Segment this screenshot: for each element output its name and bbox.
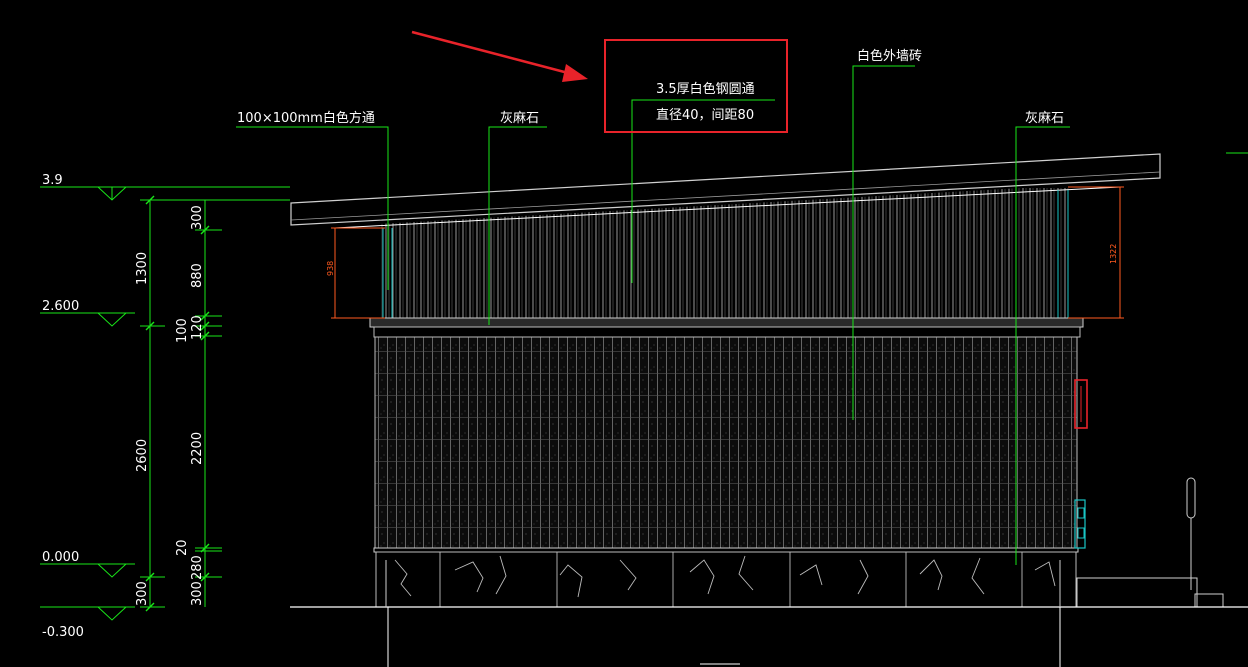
- inner-dim-20: 20: [175, 539, 190, 556]
- inner-dim-120: 120: [190, 315, 205, 340]
- label-stone-left: 灰麻石: [500, 111, 539, 126]
- red-dimension-left: [331, 227, 385, 319]
- tiled-wall: [374, 336, 1078, 550]
- label-wall-tile: 白色外墙砖: [857, 48, 922, 64]
- inner-dim-300-top: 300: [190, 205, 205, 230]
- elevation-0-000: 0.000: [42, 550, 79, 565]
- label-square-tube: 100×100mm白色方通: [237, 110, 375, 126]
- inner-dim-880: 880: [190, 263, 205, 288]
- outer-dim-2600: 2600: [135, 439, 150, 472]
- label-stone-right: 灰麻石: [1025, 111, 1064, 126]
- elevation-3-9: 3.9: [42, 173, 63, 188]
- inner-dim-2200: 2200: [190, 432, 205, 465]
- inner-dim-300-bottom: 300: [190, 581, 205, 606]
- outer-dim-1300: 1300: [135, 252, 150, 285]
- highlight-arrow: [411, 30, 588, 82]
- label-steel-tube-line1: 3.5厚白色钢圆通: [656, 81, 755, 97]
- cad-elevation-drawing: 938 1322 100×100mm白色方通 灰麻石 3.5厚白色钢圆通 直径4…: [40, 30, 1248, 667]
- stone-band: [369, 317, 1084, 328]
- label-steel-tube-line2: 直径40，间距80: [656, 108, 754, 123]
- elevation-minus-0-300: -0.300: [42, 625, 84, 640]
- inner-dim-280: 280: [190, 555, 205, 580]
- inner-dim-100: 100: [175, 318, 190, 343]
- red-dim-left: 938: [326, 261, 335, 276]
- outer-dim-300: 300: [135, 581, 150, 606]
- red-dim-right: 1322: [1109, 244, 1118, 264]
- granite-plinth: [375, 551, 1077, 608]
- elevation-2-600: 2.600: [42, 299, 79, 314]
- building: [290, 150, 1248, 667]
